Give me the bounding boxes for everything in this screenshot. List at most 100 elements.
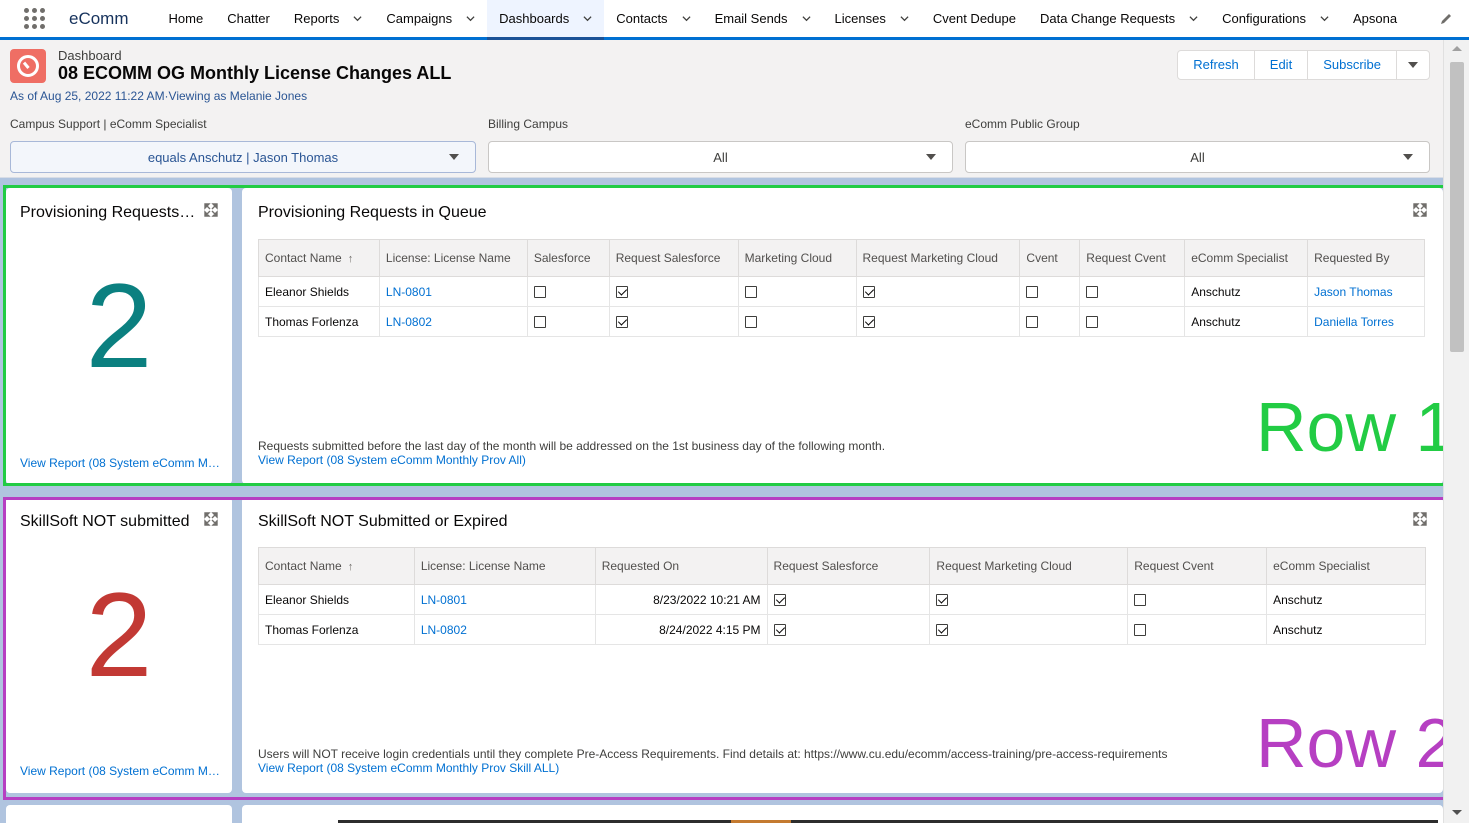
requested-on-cell: 8/24/2022 4:15 PM xyxy=(594,614,768,645)
column-header[interactable]: Request Salesforce xyxy=(608,239,739,277)
partial-card xyxy=(6,805,232,823)
expand-icon[interactable] xyxy=(1413,203,1427,217)
waffle-icon[interactable] xyxy=(24,7,48,31)
row-2-annotation: Row 2 xyxy=(1256,704,1455,782)
scroll-down-icon[interactable] xyxy=(1452,810,1462,815)
chevron-down-icon[interactable] xyxy=(353,14,362,23)
nav-item-label: Home xyxy=(168,11,204,26)
chevron-down-icon[interactable] xyxy=(900,14,909,23)
column-header[interactable]: Request Cvent xyxy=(1079,239,1186,277)
expand-icon[interactable] xyxy=(204,203,218,217)
table-row: Eleanor Shields LN-0801 Anschutz Jason T… xyxy=(258,276,1425,307)
chevron-down-icon[interactable] xyxy=(682,14,691,23)
card-title: SkillSoft NOT submitted xyxy=(20,513,190,530)
subscribe-button[interactable]: Subscribe xyxy=(1308,51,1397,79)
page-title: 08 ECOMM OG Monthly License Changes ALL xyxy=(58,63,452,83)
nav-item-contacts[interactable]: Contacts xyxy=(604,0,702,37)
license-link[interactable]: LN-0801 xyxy=(378,276,528,307)
column-header[interactable]: Request Cvent xyxy=(1127,547,1268,585)
checkbox-cell xyxy=(855,276,1021,307)
checkbox-checked-icon xyxy=(862,316,875,329)
view-report-link[interactable]: View Report (08 System eComm Monthly Pro… xyxy=(258,453,526,467)
expand-icon[interactable] xyxy=(204,512,218,526)
chevron-down-icon[interactable] xyxy=(1320,14,1329,23)
provisioning-table: Contact Name ↑ License: License Name Sale… xyxy=(258,239,1425,337)
view-report-link[interactable]: View Report (08 System eComm Monthly Pro… xyxy=(20,764,220,778)
metric-card-provisioning: Provisioning Requests in Queue 2 View Re… xyxy=(6,188,232,484)
filter-select-billing-campus[interactable]: All xyxy=(488,141,953,173)
license-link[interactable]: LN-0802 xyxy=(413,614,596,645)
checkbox-checked-icon xyxy=(862,286,875,299)
nav-item-label: Chatter xyxy=(227,11,270,26)
chevron-down-icon[interactable] xyxy=(466,14,475,23)
checkbox-unchecked-icon xyxy=(533,286,546,299)
license-link[interactable]: LN-0802 xyxy=(378,306,528,337)
column-header[interactable]: Request Marketing Cloud xyxy=(855,239,1021,277)
checkbox-unchecked-icon xyxy=(1026,316,1039,329)
contact-name-cell: Eleanor Shields xyxy=(258,584,415,615)
more-actions-button[interactable] xyxy=(1397,51,1429,79)
column-header[interactable]: Marketing Cloud xyxy=(737,239,857,277)
column-header[interactable]: Salesforce xyxy=(526,239,610,277)
column-header[interactable]: eComm Specialist xyxy=(1266,547,1426,585)
nav-item-chatter[interactable]: Chatter xyxy=(215,0,282,37)
column-header[interactable]: Request Marketing Cloud xyxy=(929,547,1129,585)
checkbox-cell xyxy=(1079,276,1186,307)
column-header[interactable]: License: License Name xyxy=(378,239,528,277)
checkbox-unchecked-icon xyxy=(744,316,757,329)
nav-item-licenses[interactable]: Licenses xyxy=(823,0,921,37)
expand-icon[interactable] xyxy=(1413,512,1427,526)
column-header[interactable]: Requested On xyxy=(594,547,768,585)
filter-value: All xyxy=(1190,149,1205,165)
scroll-up-icon[interactable] xyxy=(1452,46,1462,51)
nav-item-cvent-dedupe[interactable]: Cvent Dedupe xyxy=(921,0,1028,37)
refresh-button[interactable]: Refresh xyxy=(1178,51,1255,79)
checkbox-unchecked-icon xyxy=(533,316,546,329)
checkbox-checked-icon xyxy=(773,624,786,637)
nav-item-label: Apsona xyxy=(1352,11,1398,26)
caret-down-icon xyxy=(1408,62,1418,68)
contact-name-cell: Thomas Forlenza xyxy=(258,306,380,337)
column-header[interactable]: Requested By xyxy=(1307,239,1425,277)
chevron-down-icon[interactable] xyxy=(802,14,811,23)
checkbox-cell xyxy=(855,306,1021,337)
edit-button[interactable]: Edit xyxy=(1255,51,1309,79)
pencil-icon[interactable] xyxy=(1439,12,1453,26)
specialist-cell: Anschutz xyxy=(1266,584,1426,615)
nav-item-reports[interactable]: Reports xyxy=(282,0,375,37)
view-report-link[interactable]: View Report (08 System eComm Monthly Pro… xyxy=(258,761,559,775)
chevron-down-icon[interactable] xyxy=(583,14,592,23)
column-header[interactable]: License: License Name xyxy=(413,547,596,585)
scroll-thumb[interactable] xyxy=(1450,62,1464,352)
requested-by-link[interactable]: Daniella Torres xyxy=(1307,306,1425,337)
nav-item-label: Configurations xyxy=(1222,11,1306,26)
caret-down-icon xyxy=(926,154,936,160)
nav-item-campaigns[interactable]: Campaigns xyxy=(374,0,487,37)
nav-item-apsona[interactable]: Apsona xyxy=(1341,0,1409,37)
column-header[interactable]: Cvent xyxy=(1019,239,1081,277)
column-header[interactable]: Contact Name ↑ xyxy=(258,547,415,585)
chevron-down-icon[interactable] xyxy=(1189,14,1198,23)
checkbox-cell xyxy=(526,276,610,307)
metric-value: 2 xyxy=(85,259,153,393)
table-header-row: Contact Name ↑ License: License Name Sale… xyxy=(258,239,1425,277)
metric-value: 2 xyxy=(85,568,153,702)
skillsoft-table: Contact Name ↑ License: License Name Requ… xyxy=(258,547,1426,645)
nav-item-data-change-requests[interactable]: Data Change Requests xyxy=(1028,0,1210,37)
column-header[interactable]: Contact Name ↑ xyxy=(258,239,380,277)
column-header[interactable]: Request Salesforce xyxy=(766,547,931,585)
filter-select-public-group[interactable]: All xyxy=(965,141,1430,173)
page-scrollbar[interactable] xyxy=(1443,40,1469,823)
nav-item-dashboards[interactable]: Dashboards xyxy=(487,0,605,40)
nav-item-home[interactable]: Home xyxy=(157,0,216,37)
view-report-link[interactable]: View Report (08 System eComm Monthly Pro… xyxy=(20,456,220,470)
filter-select-campus-support[interactable]: equals Anschutz | Jason Thomas xyxy=(10,141,476,173)
requested-by-link[interactable]: Jason Thomas xyxy=(1307,276,1425,307)
license-link[interactable]: LN-0801 xyxy=(413,584,596,615)
column-header[interactable]: eComm Specialist xyxy=(1184,239,1309,277)
specialist-cell: Anschutz xyxy=(1184,276,1309,307)
nav-item-configurations[interactable]: Configurations xyxy=(1210,0,1341,37)
nav-item-email-sends[interactable]: Email Sends xyxy=(703,0,823,37)
checkbox-cell xyxy=(1019,276,1081,307)
nav-item-label: Cvent Dedupe xyxy=(932,11,1016,26)
